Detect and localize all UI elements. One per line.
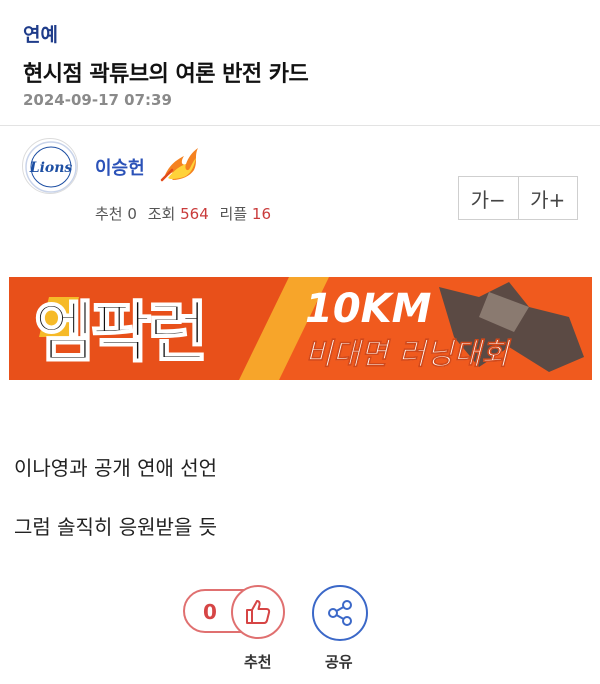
share-icon [328,600,352,626]
promo-banner[interactable]: 엠팍런 10KM 비대면 러닝대회 [9,277,592,380]
body-line-2: 그럼 솔직히 응원받을 듯 [14,515,218,539]
banner-main-text: 엠팍런 [34,294,204,371]
views-count: 564 [180,205,209,223]
avatar[interactable]: Lions [22,138,78,194]
recommend-label: 추천 [95,205,123,223]
body-line-1: 이나영과 공개 연애 선언 [14,456,218,480]
font-size-control: 가− 가+ [458,176,578,220]
article-date: 2024-09-17 07:39 [23,91,172,109]
avatar-logo-text: Lions [29,160,73,176]
thumbs-up-icon [246,600,271,624]
replies-label: 리플 [219,205,248,223]
author-name[interactable]: 이승헌 [95,154,145,180]
banner-sub-text: 비대면 러닝대회 [305,337,512,372]
like-label: 추천 [244,653,272,671]
article-header: 연예 현시점 곽튜브의 여론 반전 카드 2024-09-17 07:39 [0,0,600,126]
category-label[interactable]: 연예 [23,20,58,47]
replies-count[interactable]: 16 [252,205,271,223]
recommend-count: 0 [127,205,137,223]
lions-logo-icon: Lions [25,141,77,193]
like-count: 0 [203,600,217,624]
like-control: 0 [183,585,290,639]
like-button[interactable] [231,585,285,639]
article-title: 현시점 곽튜브의 여론 반전 카드 [23,62,309,87]
share-label: 공유 [325,653,353,671]
banner-distance-text: 10KM [305,286,431,332]
share-button[interactable] [312,585,368,641]
views-label: 조회 [147,205,176,223]
font-decrease-button[interactable]: 가− [459,177,518,219]
flame-icon [158,140,202,184]
font-increase-button[interactable]: 가+ [517,177,578,219]
post-stats: 추천 0 조회 564 리플 16 [95,203,271,224]
